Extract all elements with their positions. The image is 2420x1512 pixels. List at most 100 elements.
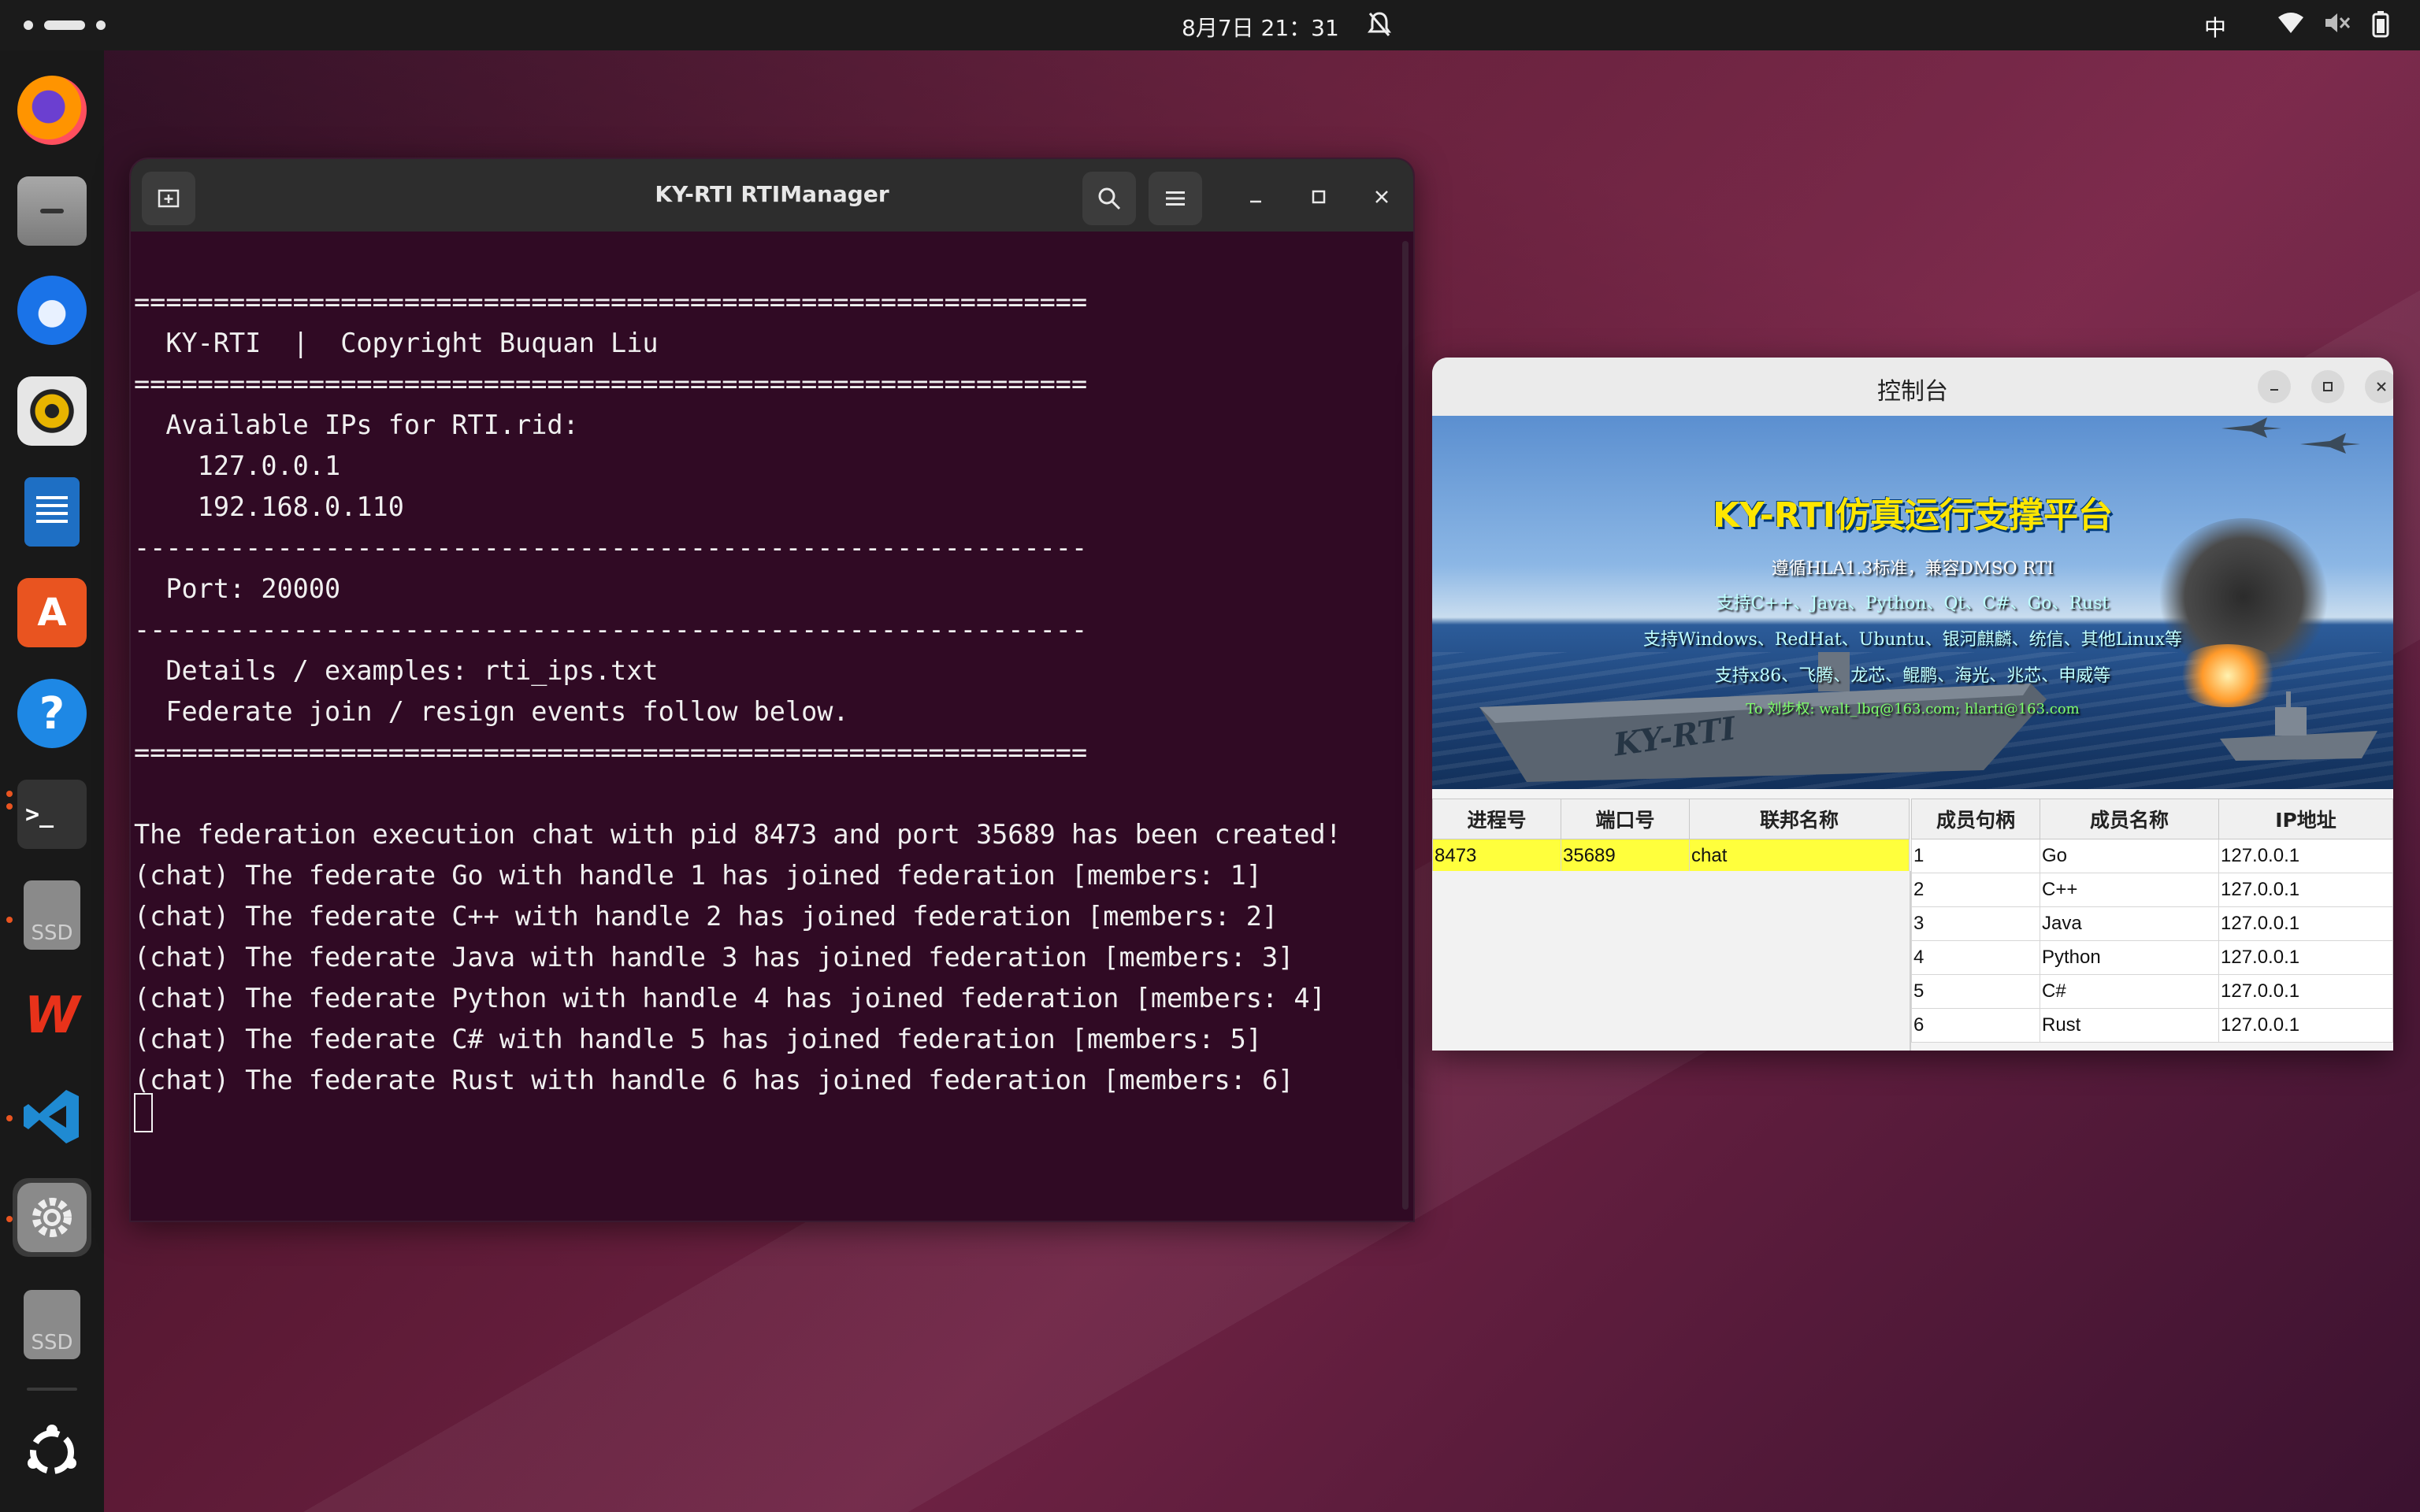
close-button[interactable] — [2365, 370, 2393, 403]
table-row[interactable]: 4 Python 127.0.0.1 — [1911, 940, 2393, 975]
document-icon — [24, 477, 80, 547]
ssd-drive-launcher[interactable]: SSD — [13, 876, 91, 954]
table-row[interactable]: 5 C# 127.0.0.1 — [1911, 974, 2393, 1009]
volume-muted-icon[interactable] — [2324, 11, 2351, 40]
thunderbird-launcher[interactable] — [13, 271, 91, 350]
table-cell[interactable]: 127.0.0.1 — [2218, 873, 2393, 907]
table-cell[interactable]: 35689 — [1561, 839, 1690, 873]
table-cell[interactable]: Java — [2040, 906, 2219, 941]
table-cell[interactable]: chat — [1689, 839, 1910, 873]
terminal-scrollbar[interactable] — [1402, 241, 1409, 1210]
table-cell[interactable]: 6 — [1911, 1008, 2040, 1043]
table-row[interactable]: 1 Go 127.0.0.1 — [1911, 839, 2393, 873]
table-cell[interactable]: Rust — [2040, 1008, 2219, 1043]
table-cell[interactable]: 8473 — [1432, 839, 1561, 873]
terminal-line: (chat) The federate Java with handle 3 h… — [134, 942, 1294, 973]
minimize-icon — [1250, 200, 1261, 203]
control-panel-header[interactable]: 控制台 — [1432, 358, 2393, 417]
table-cell[interactable]: 127.0.0.1 — [2218, 1008, 2393, 1043]
wifi-icon[interactable] — [2277, 11, 2305, 40]
table-cell[interactable]: 127.0.0.1 — [2218, 974, 2393, 1009]
table-cell[interactable]: C# — [2040, 974, 2219, 1009]
terminal-line: (chat) The federate C++ with handle 2 ha… — [134, 901, 1279, 932]
banner-cpu-line: 支持x86、飞腾、龙芯、鲲鹏、海光、兆芯、申威等 — [1714, 666, 2111, 686]
app-center-icon: A — [17, 578, 87, 647]
banner-title: KY-RTI仿真运行支撑平台 — [1712, 495, 2114, 536]
column-header[interactable]: IP地址 — [2218, 799, 2393, 839]
table-cell[interactable]: 2 — [1911, 873, 2040, 907]
app-center-launcher[interactable]: A — [13, 573, 91, 652]
column-header[interactable]: 端口号 — [1561, 799, 1690, 839]
battery-icon[interactable] — [2371, 11, 2390, 43]
dock: A ? >_ SSD W SSD — [0, 50, 104, 1512]
table-cell[interactable]: 127.0.0.1 — [2218, 940, 2393, 975]
search-button[interactable] — [1082, 172, 1136, 225]
wps-launcher[interactable]: W — [13, 976, 91, 1055]
control-panel-title: 控制台 — [1877, 378, 1948, 406]
terminal-line: The federation execution chat with pid 8… — [134, 819, 1342, 850]
terminal-launcher[interactable]: >_ — [13, 775, 91, 854]
table-row[interactable]: 3 Java 127.0.0.1 — [1911, 906, 2393, 941]
table-cell[interactable]: Go — [2040, 839, 2219, 873]
banner-languages-line: 支持C++、Java、Python、Qt、C#、Go、Rust — [1716, 594, 2110, 613]
clock[interactable]: 8月7日 21：31 — [1182, 11, 1339, 43]
show-apps-button[interactable] — [13, 1413, 91, 1492]
terminal-line: (chat) The federate Python with handle 4… — [134, 983, 1326, 1014]
federation-table[interactable]: 进程号 端口号 联邦名称 8473 35689 chat — [1432, 799, 1910, 873]
gear-icon — [17, 1183, 87, 1252]
column-header[interactable]: 成员句柄 — [1911, 799, 2040, 839]
table-cell[interactable]: 4 — [1911, 940, 2040, 975]
input-method-indicator[interactable]: 中 — [2204, 11, 2226, 43]
banner-contact-line: To 刘步权: walt_lbq@163.com; hlarti@163.com — [1746, 701, 2080, 717]
terminal-line: Federate join / resign events follow bel… — [134, 696, 849, 727]
table-cell[interactable]: 127.0.0.1 — [2218, 906, 2393, 941]
ssd-drive-launcher[interactable]: SSD — [13, 1285, 91, 1364]
drive-icon: SSD — [24, 1290, 80, 1359]
running-indicator — [6, 803, 13, 810]
writer-launcher[interactable] — [13, 472, 91, 551]
minimize-button[interactable] — [1238, 180, 1273, 214]
table-cell[interactable]: C++ — [2040, 873, 2219, 907]
rhythmbox-launcher[interactable] — [13, 372, 91, 450]
table-cell[interactable]: 3 — [1911, 906, 2040, 941]
table-cell[interactable]: Python — [2040, 940, 2219, 975]
table-cell[interactable]: 1 — [1911, 839, 2040, 873]
table-row[interactable]: 2 C++ 127.0.0.1 — [1911, 873, 2393, 907]
running-indicator — [6, 1216, 13, 1222]
help-launcher[interactable]: ? — [13, 674, 91, 753]
minimize-button[interactable] — [2258, 370, 2291, 403]
help-icon: ? — [17, 679, 87, 748]
workspace-indicator[interactable] — [24, 14, 110, 36]
settings-launcher[interactable] — [13, 1178, 91, 1257]
close-button[interactable] — [1364, 180, 1399, 214]
vscode-icon — [17, 1082, 87, 1151]
notifications-muted-icon[interactable] — [1368, 11, 1391, 43]
terminal-window[interactable]: KY-RTI RTIManager ======================… — [129, 158, 1415, 1222]
files-launcher[interactable] — [13, 172, 91, 250]
maximize-button[interactable] — [2311, 370, 2344, 403]
column-header[interactable]: 成员名称 — [2040, 799, 2219, 839]
table-header-row: 进程号 端口号 联邦名称 — [1432, 799, 1910, 839]
table-row[interactable]: 8473 35689 chat — [1432, 839, 1910, 873]
terminal-output[interactable]: ========================================… — [131, 232, 1391, 1221]
search-icon — [1098, 187, 1121, 210]
table-row[interactable]: 6 Rust 127.0.0.1 — [1911, 1008, 2393, 1043]
thunderbird-icon — [17, 276, 87, 345]
table-cell[interactable]: 5 — [1911, 974, 2040, 1009]
column-header[interactable]: 进程号 — [1432, 799, 1561, 839]
table-cell[interactable]: 127.0.0.1 — [2218, 839, 2393, 873]
column-header[interactable]: 联邦名称 — [1689, 799, 1910, 839]
ubuntu-icon — [17, 1418, 87, 1487]
maximize-button[interactable] — [1301, 180, 1336, 214]
control-panel-window[interactable]: 控制台 KY-RTI KY-RTI仿真运行支撑平台 遵循HLA1.3标准，兼容D… — [1432, 358, 2393, 1051]
vscode-launcher[interactable] — [13, 1077, 91, 1156]
terminal-header-bar[interactable]: KY-RTI RTIManager — [131, 159, 1413, 232]
running-indicator — [6, 917, 13, 923]
banner-standard-line: 遵循HLA1.3标准，兼容DMSO RTI — [1771, 559, 2054, 579]
member-table[interactable]: 成员句柄 成员名称 IP地址 1 Go 127.0.0.1 2 C++ 127.… — [1911, 799, 2393, 1043]
top-bar: 8月7日 21：31 中 — [0, 0, 2420, 50]
menu-button[interactable] — [1149, 172, 1202, 225]
wps-icon: W — [24, 987, 80, 1045]
terminal-title: KY-RTI RTIManager — [655, 181, 889, 207]
firefox-launcher[interactable] — [13, 71, 91, 150]
